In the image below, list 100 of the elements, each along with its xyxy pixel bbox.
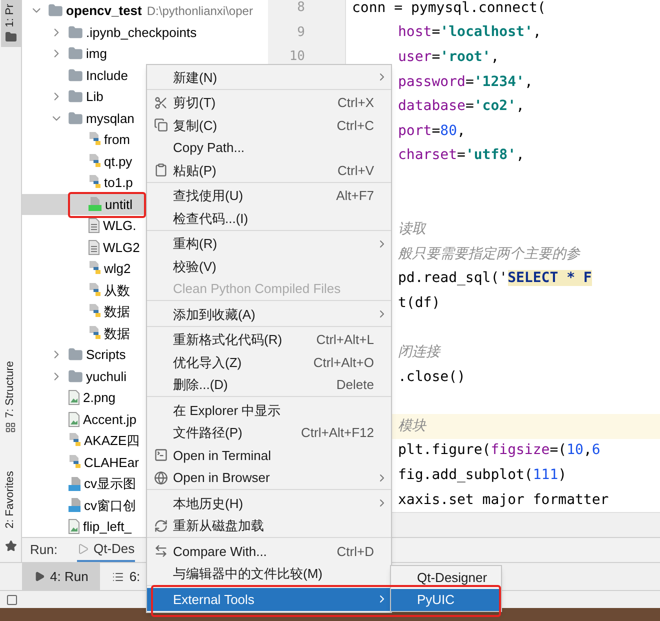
shortcut-text: Ctrl+V: [338, 162, 374, 180]
star-icon: [4, 540, 16, 552]
run-label: Run:: [30, 541, 58, 560]
menu-item[interactable]: 本地历史(H): [147, 492, 391, 514]
file-name: cv显示图: [84, 475, 136, 493]
menu-item[interactable]: 文件路径(P) Ctrl+Alt+F12: [147, 422, 391, 444]
file-name: qt.py: [104, 152, 132, 171]
python-file-icon: [88, 304, 101, 320]
tool-window-tab[interactable]: 2: Favorites: [0, 466, 20, 532]
menu-item[interactable]: Compare With... Ctrl+D: [147, 540, 391, 562]
file-name: 数据: [104, 324, 130, 342]
code-text: password='1234',: [398, 72, 533, 92]
file-name: Lib: [86, 88, 104, 106]
code-text: fig.add_subplot(111): [398, 466, 567, 486]
code-text: 读取: [398, 220, 426, 240]
code-text: pd.read_sql('SELECT * F: [398, 269, 592, 288]
scissors-icon: [154, 96, 168, 110]
tree-item[interactable]: img: [22, 43, 268, 64]
menu-item[interactable]: External Tools: [147, 588, 391, 610]
shortcut-text: Ctrl+Alt+L: [316, 331, 374, 349]
file-name: to1.p: [104, 174, 133, 192]
file-name: cv窗口创: [84, 496, 136, 514]
file-name: flip_left_: [83, 518, 132, 536]
code-text: plt.figure(figsize=(10,6: [398, 441, 600, 460]
text-file-icon: [88, 240, 100, 255]
folder-icon: [68, 24, 83, 40]
folder-icon: [68, 89, 83, 104]
notebook-file-icon: [68, 476, 81, 491]
line-number: 8: [297, 0, 305, 17]
menu-item[interactable]: 复制(C) Ctrl+C: [147, 114, 391, 136]
globe-icon: [154, 470, 168, 485]
structure-icon: [5, 422, 16, 433]
menu-item[interactable]: 添加到收藏(A): [147, 303, 391, 326]
file-name: mysqlan: [86, 110, 134, 128]
play-icon: [77, 543, 90, 555]
menu-item[interactable]: Open in Browser: [147, 466, 391, 489]
folder-icon: [48, 3, 63, 18]
text-file-icon: [88, 218, 100, 234]
project-path: D:\pythonlianxi\oper: [146, 2, 253, 20]
python-file-icon: [88, 261, 101, 276]
file-name: .ipynb_checkpoints: [86, 24, 197, 42]
python-file-icon: [88, 326, 101, 341]
code-text: host='localhost',: [398, 23, 542, 42]
menu-item[interactable]: 重新格式化代码(R) Ctrl+Alt+L: [147, 328, 391, 351]
image-file-icon: [68, 519, 80, 534]
tool-window-tab[interactable]: 7: Structure: [0, 356, 20, 437]
code-text: database='co2',: [398, 97, 524, 116]
code-text: 模块: [398, 416, 426, 436]
tool-window-tab[interactable]: 1: Pr: [0, 0, 20, 48]
terminal-icon: [154, 448, 168, 462]
menu-item[interactable]: Open in Terminal: [147, 444, 391, 466]
folder-icon: [68, 46, 83, 62]
folder-icon: [68, 368, 83, 384]
python-file-icon: [88, 175, 101, 190]
clipboard-icon: [154, 163, 168, 178]
python-file-icon: [88, 282, 101, 298]
shortcut-text: Ctrl+C: [336, 116, 374, 134]
reload-icon: [154, 518, 168, 533]
menu-item[interactable]: Copy Path...: [147, 136, 391, 159]
code-text: xaxis.set major formatter: [398, 490, 609, 510]
menu-item[interactable]: 剪切(T) Ctrl+X: [147, 92, 391, 114]
menu-item[interactable]: 粘贴(P) Ctrl+V: [147, 159, 391, 182]
folder-icon: [68, 347, 83, 362]
file-name: WLG.: [103, 217, 136, 235]
folder-icon: [68, 68, 83, 83]
menu-item[interactable]: 在 Explorer 中显示: [147, 399, 391, 422]
copy-icon: [154, 118, 168, 132]
code-text: 般只要需要指定两个主要的参: [398, 244, 580, 264]
shortcut-text: Ctrl+D: [336, 542, 374, 560]
menu-item[interactable]: 删除...(D) Delete: [147, 374, 391, 396]
menu-item[interactable]: PyUIC: [391, 588, 501, 611]
folder-icon: [4, 31, 16, 44]
menu-item[interactable]: Qt-Designer: [391, 566, 501, 588]
menu-item[interactable]: 重新从磁盘加载: [147, 514, 391, 537]
menu-item[interactable]: 重构(R): [147, 232, 391, 255]
tool-tab[interactable]: 4: Run: [22, 563, 100, 590]
menu-item[interactable]: 新建(N): [147, 66, 391, 88]
code-text: .close(): [398, 368, 466, 387]
qt-file-icon: [88, 197, 102, 212]
file-name: wlg2: [104, 260, 131, 278]
compare-icon: [154, 544, 168, 558]
file-name: 从数: [104, 282, 130, 300]
file-name: 2.png: [83, 389, 116, 407]
file-name: Scripts: [86, 346, 126, 364]
panel-toggle-icon[interactable]: [6, 594, 18, 606]
file-name: 数据: [104, 303, 130, 321]
python-file-icon: [88, 154, 101, 169]
code-text: port=80,: [398, 122, 466, 141]
menu-item[interactable]: 优化导入(Z) Ctrl+Alt+O: [147, 351, 391, 374]
image-file-icon: [68, 390, 80, 406]
code-text: 闭连接: [398, 343, 440, 362]
file-name: yuchuli: [86, 368, 126, 386]
file-name: img: [86, 45, 107, 63]
line-number: 10: [289, 48, 305, 66]
file-name: CLAHEar: [84, 454, 139, 472]
tree-item[interactable]: .ipynb_checkpoints: [22, 22, 268, 43]
notebook-file-icon: [68, 498, 81, 512]
file-name: Include: [86, 66, 128, 84]
menu-item[interactable]: 校验(V): [147, 255, 391, 278]
folder-icon: [68, 110, 83, 126]
